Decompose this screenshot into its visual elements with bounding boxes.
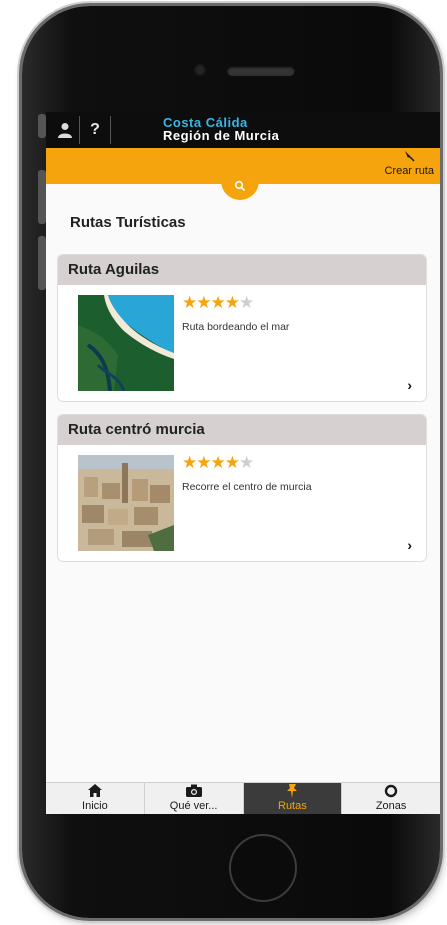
chevron-right-icon[interactable]: › bbox=[407, 537, 412, 553]
search-icon bbox=[234, 180, 246, 192]
user-icon[interactable] bbox=[54, 118, 76, 142]
mute-switch bbox=[38, 114, 46, 138]
earpiece-speaker bbox=[227, 66, 295, 76]
tab-inicio[interactable]: Inicio bbox=[46, 783, 145, 814]
front-camera bbox=[194, 64, 206, 76]
route-photo-city bbox=[78, 455, 174, 551]
main-content: Rutas Turísticas Ruta Aguilas ★★★★★ Ruta… bbox=[46, 184, 440, 782]
chevron-right-icon[interactable]: › bbox=[407, 377, 412, 393]
app-header: ? Costa Cálida Región de Murcia bbox=[46, 112, 440, 148]
page-title: Rutas Turísticas bbox=[70, 214, 186, 231]
tab-que-ver[interactable]: Qué ver... bbox=[145, 783, 244, 814]
route-photo-coast bbox=[78, 295, 174, 391]
tab-label: Inicio bbox=[82, 800, 108, 812]
route-card[interactable]: Ruta Aguilas ★★★★★ Ruta bordeando el mar… bbox=[57, 254, 427, 402]
help-button[interactable]: ? bbox=[84, 118, 106, 142]
volume-up-button bbox=[38, 170, 46, 224]
tab-label: Rutas bbox=[278, 800, 307, 812]
tab-label: Qué ver... bbox=[169, 800, 218, 812]
target-icon bbox=[342, 784, 440, 800]
header-divider bbox=[110, 116, 111, 144]
crear-ruta-button[interactable]: Crear ruta bbox=[384, 150, 434, 178]
volume-down-button bbox=[38, 236, 46, 290]
route-title: Ruta Aguilas bbox=[58, 255, 426, 285]
brand-line-2: Región de Murcia bbox=[163, 128, 280, 143]
route-description: Recorre el centro de murcia bbox=[182, 481, 312, 493]
route-description: Ruta bordeando el mar bbox=[182, 321, 290, 333]
rating-stars: ★★★★★ bbox=[182, 453, 254, 472]
home-button[interactable] bbox=[229, 834, 297, 902]
camera-icon bbox=[145, 784, 243, 800]
route-card[interactable]: Ruta centró murcia ★★★★★ Recorre el cent… bbox=[57, 414, 427, 562]
crear-ruta-label: Crear ruta bbox=[384, 165, 434, 177]
header-divider bbox=[79, 116, 80, 144]
bottom-tab-bar: Inicio Qué ver... Rutas Zonas bbox=[46, 782, 440, 814]
rating-stars: ★★★★★ bbox=[182, 293, 254, 312]
tab-label: Zonas bbox=[375, 800, 407, 812]
app-screen: ? Costa Cálida Región de Murcia Crear ru… bbox=[46, 112, 440, 814]
tab-rutas[interactable]: Rutas bbox=[243, 783, 343, 814]
tab-zonas[interactable]: Zonas bbox=[342, 783, 440, 814]
route-title: Ruta centró murcia bbox=[58, 415, 426, 445]
brand-logo: Costa Cálida Región de Murcia bbox=[163, 116, 279, 142]
home-icon bbox=[46, 784, 144, 800]
pin-icon bbox=[384, 150, 434, 165]
pin-icon bbox=[244, 784, 342, 800]
